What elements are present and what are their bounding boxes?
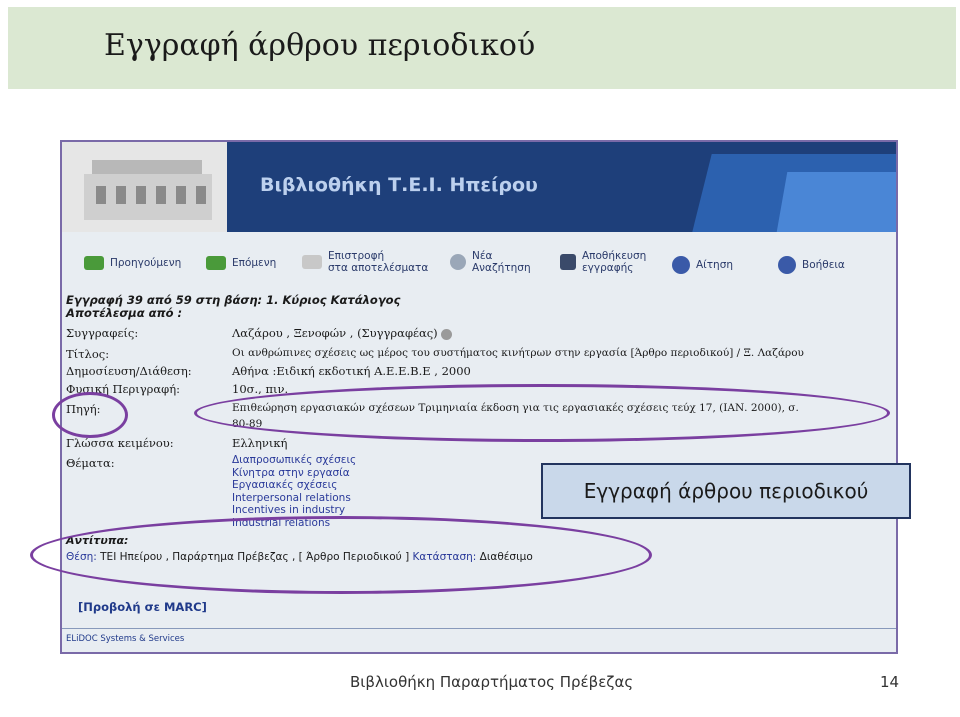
field-value-authors[interactable]: Λαζάρου , Ξενοφών , (Συγγραφέας) [232,326,453,340]
results-list-icon [302,255,322,269]
opac-toolbar: Προηγούμενη Επόμενη Επιστροφή στα αποτελέ… [62,242,896,284]
footer-library-name: Βιβλιοθήκη Παραρτήματος Πρέβεζας [350,673,634,691]
magnifier-icon [450,254,466,270]
request-button[interactable]: Αίτηση [672,256,733,274]
author-info-icon [441,328,453,340]
next-label: Επόμενη [232,257,277,269]
save-record-button[interactable]: Αποθήκευση εγγραφής [560,250,646,274]
marc-view-link[interactable]: [Προβολή σε MARC] [78,600,207,614]
new-search-label-2: Αναζήτηση [472,262,531,274]
callout-box: Εγγραφή άρθρου περιοδικού [541,463,911,519]
request-label: Αίτηση [696,259,734,271]
next-icon [206,256,226,270]
highlight-ellipse-copies [30,516,652,594]
subject-link[interactable]: Interpersonal relations [232,492,356,505]
field-value-publication: Αθήνα :Ειδική εκδοτική Α.Ε.Ε.Β.Ε , 2000 [232,364,471,378]
prev-icon [84,256,104,270]
field-label-authors: Συγγραφείς: [66,326,139,340]
new-search-button[interactable]: Νέα Αναζήτηση [450,250,531,274]
save-label-1: Αποθήκευση [582,250,647,262]
library-building-image [62,142,227,232]
highlight-ellipse-source-value [194,384,890,442]
footer-divider [62,628,896,629]
subject-link[interactable]: Incentives in industry [232,504,356,517]
field-label-publication: Δημοσίευση/Διάθεση: [66,364,192,378]
banner-title: Βιβλιοθήκη Τ.Ε.Ι. Ηπείρου [260,174,538,196]
check-icon [672,256,690,274]
prev-label: Προηγούμενη [110,257,182,269]
field-label-subjects: Θέματα: [66,456,115,470]
slide-title: Εγγραφή άρθρου περιοδικού [104,28,536,63]
page-number: 14 [880,673,900,691]
subject-link[interactable]: Εργασιακές σχέσεις [232,479,356,492]
results-label-2: στα αποτελέσματα [328,262,429,274]
record-header: Εγγραφή 39 από 59 στη βάση: 1. Κύριος Κα… [66,294,886,320]
book-graphic-2 [776,172,896,232]
field-label-language: Γλώσσα κειμένου: [66,436,174,450]
question-icon [778,256,796,274]
results-button[interactable]: Επιστροφή στα αποτελέσματα [302,250,428,274]
subject-link[interactable]: Κίνητρα στην εργασία [232,467,356,480]
vendor-footer: ELiDOC Systems & Services [66,634,185,644]
record-header-line-2: Αποτέλεσμα από : [66,306,183,320]
save-label-2: εγγραφής [582,262,634,274]
help-label: Βοήθεια [802,259,845,271]
field-label-title: Τίτλος: [66,347,110,361]
prev-button[interactable]: Προηγούμενη [84,256,181,270]
new-search-label-1: Νέα [472,250,493,262]
highlight-ellipse-source-label [52,392,128,438]
subject-link[interactable]: Διαπροσωπικές σχέσεις [232,454,356,467]
results-label-1: Επιστροφή [328,250,385,262]
record-header-line-1: Εγγραφή 39 από 59 στη βάση: 1. Κύριος Κα… [66,293,401,307]
field-value-language: Ελληνική [232,436,288,450]
field-value-title: Οι ανθρώπινες σχέσεις ως μέρος του συστή… [232,347,804,359]
library-banner: Βιβλιοθήκη Τ.Ε.Ι. Ηπείρου [62,142,896,232]
floppy-disk-icon [560,254,576,270]
help-button[interactable]: Βοήθεια [778,256,845,274]
authors-value-text: Λαζάρου , Ξενοφών , (Συγγραφέας) [232,326,438,340]
next-button[interactable]: Επόμενη [206,256,276,270]
